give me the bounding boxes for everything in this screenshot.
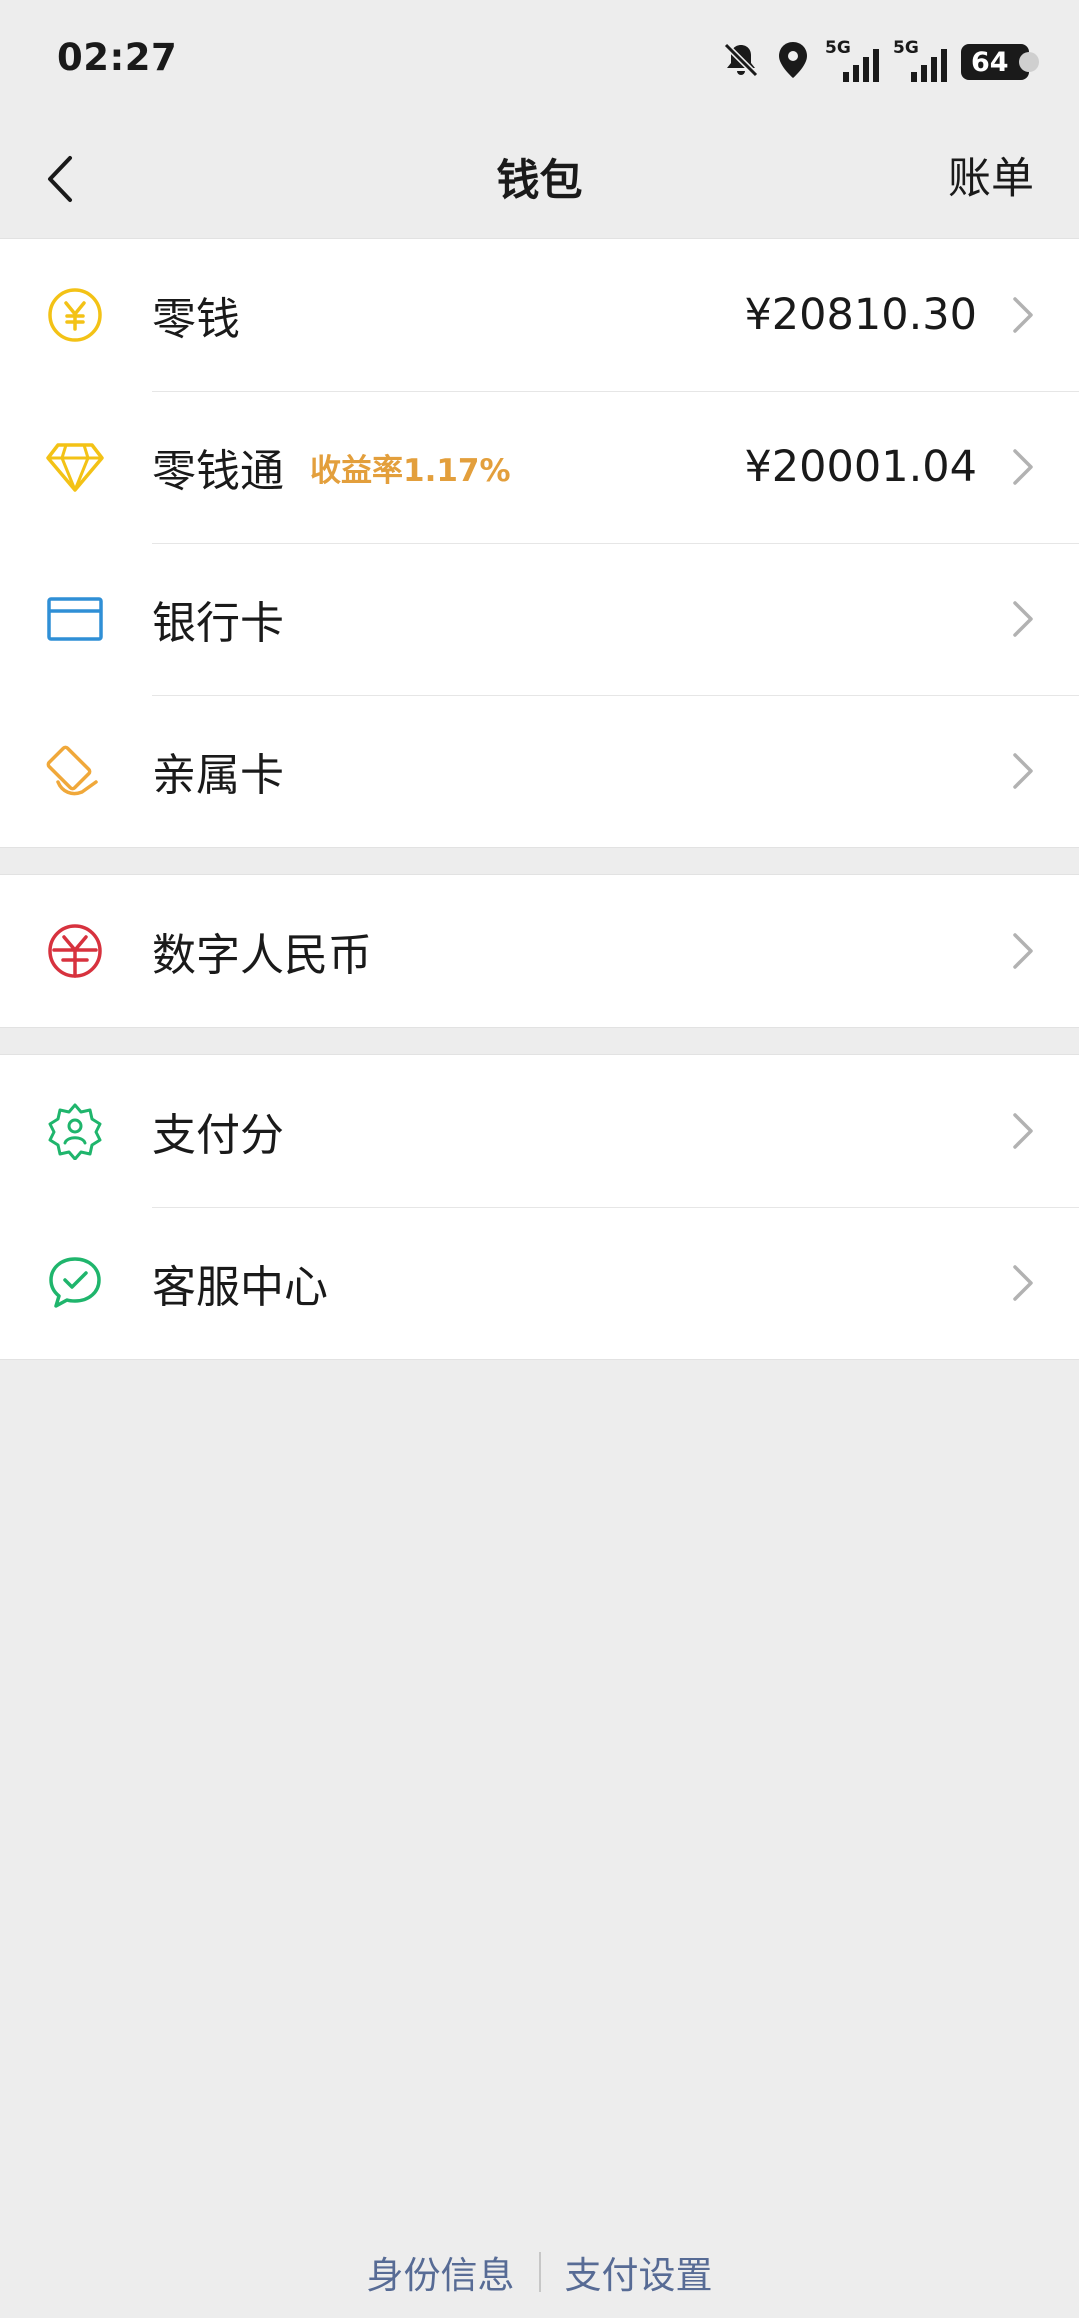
chevron-right-icon: [1013, 1265, 1033, 1301]
diamond-icon: [44, 436, 106, 498]
wallet-group-digital: 数字人民币: [0, 874, 1079, 1028]
wallet-group-services: 支付分 客服中心: [0, 1054, 1079, 1360]
wallet-group-main: 零钱 ¥20810.30 零钱通 收益率1.17% ¥20001.04 银行卡 …: [0, 238, 1079, 848]
signal-icon-2: 5G: [893, 38, 947, 84]
row-label: 亲属卡: [152, 750, 284, 801]
digital-rmb-icon: [44, 920, 106, 982]
yield-tag: 收益率1.17%: [310, 452, 511, 489]
row-label: 数字人民币: [152, 930, 372, 981]
footer-divider: [538, 2252, 541, 2292]
row-change[interactable]: 零钱 ¥20810.30: [0, 239, 1079, 391]
row-label: 零钱: [152, 294, 240, 345]
row-bank-card[interactable]: 银行卡: [0, 543, 1079, 695]
bill-button[interactable]: 账单: [948, 144, 1034, 206]
status-time: 02:27: [57, 36, 178, 79]
row-label: 零钱通 收益率1.17%: [152, 446, 511, 497]
mute-bell-icon: [721, 40, 761, 84]
row-pay-score[interactable]: 支付分: [0, 1055, 1079, 1207]
yen-coin-icon: [44, 284, 106, 346]
row-family-card[interactable]: 亲属卡: [0, 695, 1079, 847]
chevron-right-icon: [1013, 449, 1033, 485]
nav-bar: 钱包 账单: [0, 120, 1079, 238]
wallet-screen: 02:27 5G 5G 64 钱包 账单 零钱 ¥20810.30 零钱通 收益…: [0, 0, 1079, 2318]
identity-info-link[interactable]: 身份信息: [367, 2245, 515, 2299]
row-label: 客服中心: [152, 1262, 328, 1313]
status-bar: 02:27 5G 5G 64: [0, 0, 1079, 120]
row-digital-rmb[interactable]: 数字人民币: [0, 875, 1079, 1027]
family-card-icon: [44, 740, 106, 802]
chevron-right-icon: [1013, 933, 1033, 969]
pay-score-icon: [44, 1100, 106, 1162]
change-pass-balance: ¥20001.04: [744, 442, 977, 492]
page-title: 钱包: [496, 156, 583, 206]
chevron-right-icon: [1013, 297, 1033, 333]
customer-service-icon: [44, 1252, 106, 1314]
row-label: 银行卡: [152, 598, 284, 649]
pay-settings-link[interactable]: 支付设置: [565, 2245, 713, 2299]
row-customer-service[interactable]: 客服中心: [0, 1207, 1079, 1359]
footer-links: 身份信息 支付设置: [0, 2245, 1079, 2299]
chevron-right-icon: [1013, 1113, 1033, 1149]
status-icons: 5G 5G 64: [721, 38, 1039, 86]
chevron-right-icon: [1013, 753, 1033, 789]
location-icon: [775, 40, 811, 84]
chevron-right-icon: [1013, 601, 1033, 637]
row-change-pass[interactable]: 零钱通 收益率1.17% ¥20001.04: [0, 391, 1079, 543]
row-label: 支付分: [152, 1110, 284, 1161]
signal-icon-1: 5G: [825, 38, 879, 84]
bank-card-icon: [44, 588, 106, 650]
battery-icon: 64: [961, 44, 1039, 80]
change-balance: ¥20810.30: [744, 290, 977, 340]
